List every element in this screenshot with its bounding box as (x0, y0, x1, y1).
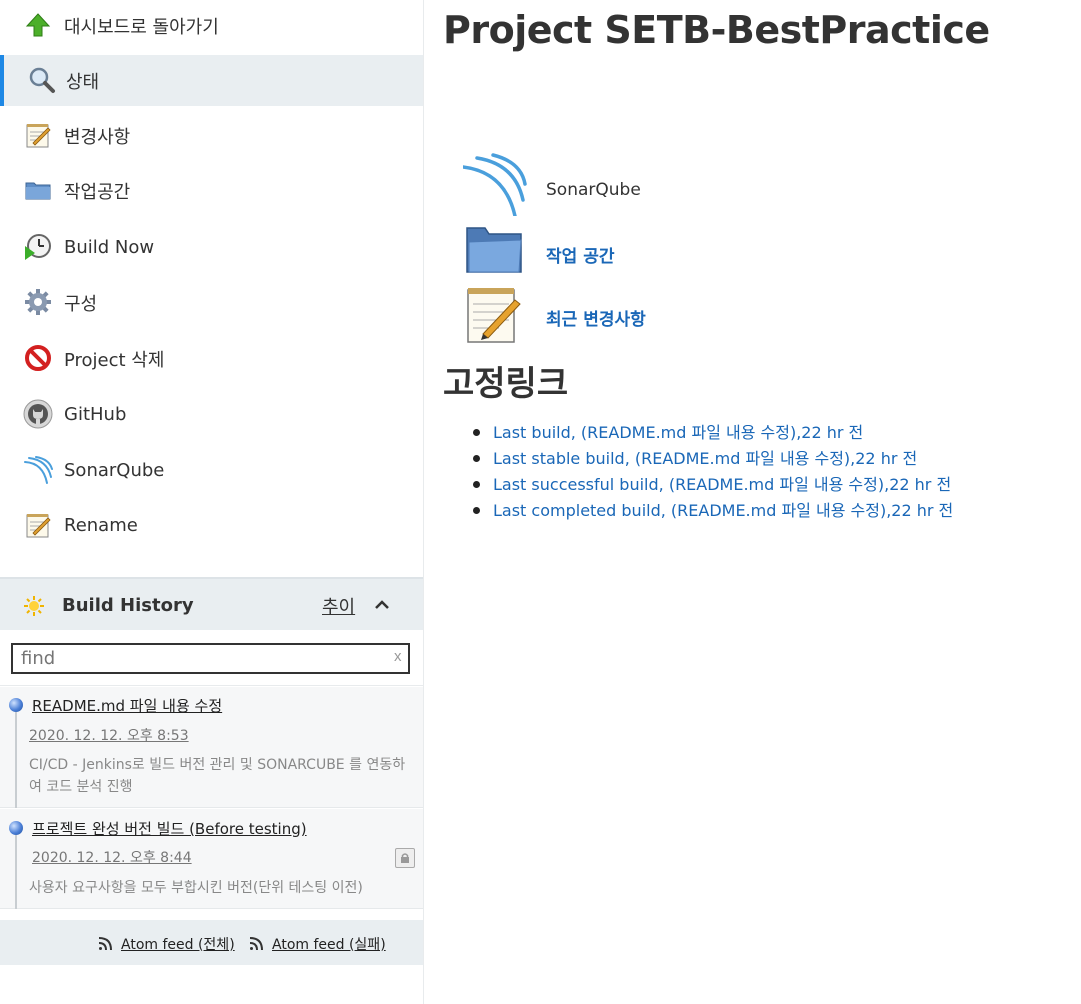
sidebar-item-label: 구성 (64, 293, 98, 315)
sidebar-item-workspace[interactable]: 작업공간 (0, 165, 423, 216)
build-row: README.md 파일 내용 수정 2020. 12. 12. 오후 8:53… (0, 687, 423, 808)
build-description: CI/CD - Jenkins로 빌드 버전 관리 및 SONARCUBE 를 … (29, 757, 406, 795)
build-status-icon (9, 821, 23, 835)
permalink-last-stable-build[interactable]: Last stable build, (README.md 파일 내용 수정),… (473, 445, 953, 471)
sidebar-item-label: SonarQube (64, 460, 165, 481)
clock-play-icon (23, 232, 53, 262)
rss-icon (249, 937, 263, 951)
permalink-last-build[interactable]: Last build, (README.md 파일 내용 수정),22 hr 전 (473, 419, 953, 445)
sidebar-item-label: Rename (64, 515, 138, 536)
build-row: 프로젝트 완성 버전 빌드 (Before testing) 2020. 12.… (0, 809, 423, 909)
build-description: 사용자 요구사항을 모두 부합시킨 버전(단위 테스팅 이전) (29, 880, 363, 896)
build-title-link[interactable]: README.md 파일 내용 수정 (32, 695, 222, 716)
sidebar-item-status[interactable]: 상태 (0, 55, 423, 106)
sidebar: 대시보드로 돌아가기 상태 변경사항 작업공간 Build Now 구성 Pro… (0, 0, 424, 1004)
sidebar-item-rename[interactable]: Rename (0, 500, 423, 551)
build-title-link[interactable]: 프로젝트 완성 버전 빌드 (Before testing) (32, 818, 307, 839)
sidebar-item-label: Project 삭제 (64, 349, 165, 371)
rss-icon (98, 937, 112, 951)
notepad-icon (463, 286, 527, 350)
folder-icon (463, 222, 527, 286)
sidebar-item-label: 상태 (66, 71, 100, 93)
search-icon (27, 65, 57, 95)
clear-search-button[interactable]: x (394, 648, 402, 665)
sidebar-item-label: 대시보드로 돌아가기 (64, 16, 219, 38)
workspace-link[interactable]: 작업 공간 (546, 242, 614, 267)
sidebar-item-label: Build Now (64, 237, 155, 258)
sidebar-item-changes[interactable]: 변경사항 (0, 110, 423, 161)
sidebar-item-label: 변경사항 (64, 126, 131, 148)
notepad-icon (23, 510, 53, 540)
sonarqube-icon (23, 455, 53, 485)
lock-icon[interactable] (395, 848, 415, 868)
sidebar-item-build-now[interactable]: Build Now (0, 222, 423, 273)
sidebar-item-back-to-dashboard[interactable]: 대시보드로 돌아가기 (0, 0, 423, 51)
build-history-title: Build History (62, 595, 194, 616)
sidebar-item-delete-project[interactable]: Project 삭제 (0, 333, 423, 384)
trend-link[interactable]: 추이 (322, 593, 355, 619)
permalink-last-successful-build[interactable]: Last successful build, (README.md 파일 내용 … (473, 471, 953, 497)
build-search-area: x (0, 630, 423, 686)
build-history-header: Build History 추이 (0, 577, 423, 630)
sonarqube-icon (461, 152, 527, 218)
sidebar-item-label: 작업공간 (64, 181, 131, 203)
sidebar-item-configure[interactable]: 구성 (0, 277, 423, 328)
build-date-link[interactable]: 2020. 12. 12. 오후 8:44 (32, 847, 192, 867)
main-panel: Project SETB-BestPractice SonarQube 작업 공… (425, 0, 1081, 1004)
build-date-link[interactable]: 2020. 12. 12. 오후 8:53 (29, 725, 189, 745)
chevron-up-icon[interactable] (372, 595, 392, 615)
github-icon (23, 399, 53, 429)
sidebar-item-github[interactable]: GitHub (0, 389, 423, 440)
sidebar-item-label: GitHub (64, 404, 127, 425)
build-status-icon (9, 698, 23, 712)
permalinks-list: Last build, (README.md 파일 내용 수정),22 hr 전… (473, 419, 953, 523)
atom-feed-failed-link[interactable]: Atom feed (실패) (272, 934, 386, 954)
atom-feed-all-link[interactable]: Atom feed (전체) (121, 934, 235, 954)
up-arrow-icon (23, 10, 53, 40)
recent-changes-link[interactable]: 최근 변경사항 (546, 305, 646, 330)
notepad-icon (23, 120, 53, 150)
folder-icon (23, 175, 53, 205)
sidebar-item-sonarqube[interactable]: SonarQube (0, 445, 423, 496)
page-title: Project SETB-BestPractice (443, 8, 990, 52)
permalink-last-completed-build[interactable]: Last completed build, (README.md 파일 내용 수… (473, 497, 953, 523)
atom-feeds-bar: Atom feed (전체) Atom feed (실패) (0, 920, 423, 965)
no-entry-icon (23, 343, 53, 373)
sonarqube-link[interactable]: SonarQube (546, 180, 641, 200)
sun-icon (24, 596, 44, 621)
permalinks-title: 고정링크 (443, 364, 569, 404)
build-search-input[interactable] (11, 643, 410, 674)
gear-icon (23, 287, 53, 317)
